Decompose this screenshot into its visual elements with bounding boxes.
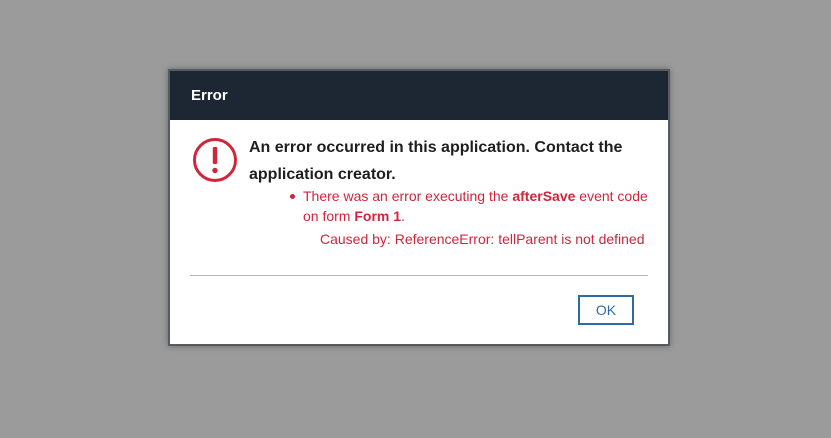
dialog-body: An error occurred in this application. C…	[170, 120, 668, 344]
detail-prefix: There was an error executing the	[303, 188, 513, 204]
error-message: An error occurred in this application. C…	[249, 139, 623, 183]
caused-by-text: Caused by: ReferenceError: tellParent is…	[320, 231, 645, 247]
error-detail: There was an error executing the afterSa…	[289, 186, 649, 226]
exclamation-circle-icon	[193, 138, 237, 182]
dialog-title: Error	[191, 87, 228, 104]
ok-button[interactable]: OK	[578, 295, 634, 325]
divider	[190, 275, 648, 276]
event-name: afterSave	[512, 188, 576, 204]
bullet	[290, 194, 295, 199]
error-detail-item: There was an error executing the afterSa…	[289, 186, 649, 226]
dialog-header: Error	[170, 71, 668, 120]
form-name: Form 1	[354, 208, 402, 224]
error-dialog: Error An error occurred in this applicat…	[168, 69, 670, 346]
detail-suffix: .	[401, 208, 405, 224]
